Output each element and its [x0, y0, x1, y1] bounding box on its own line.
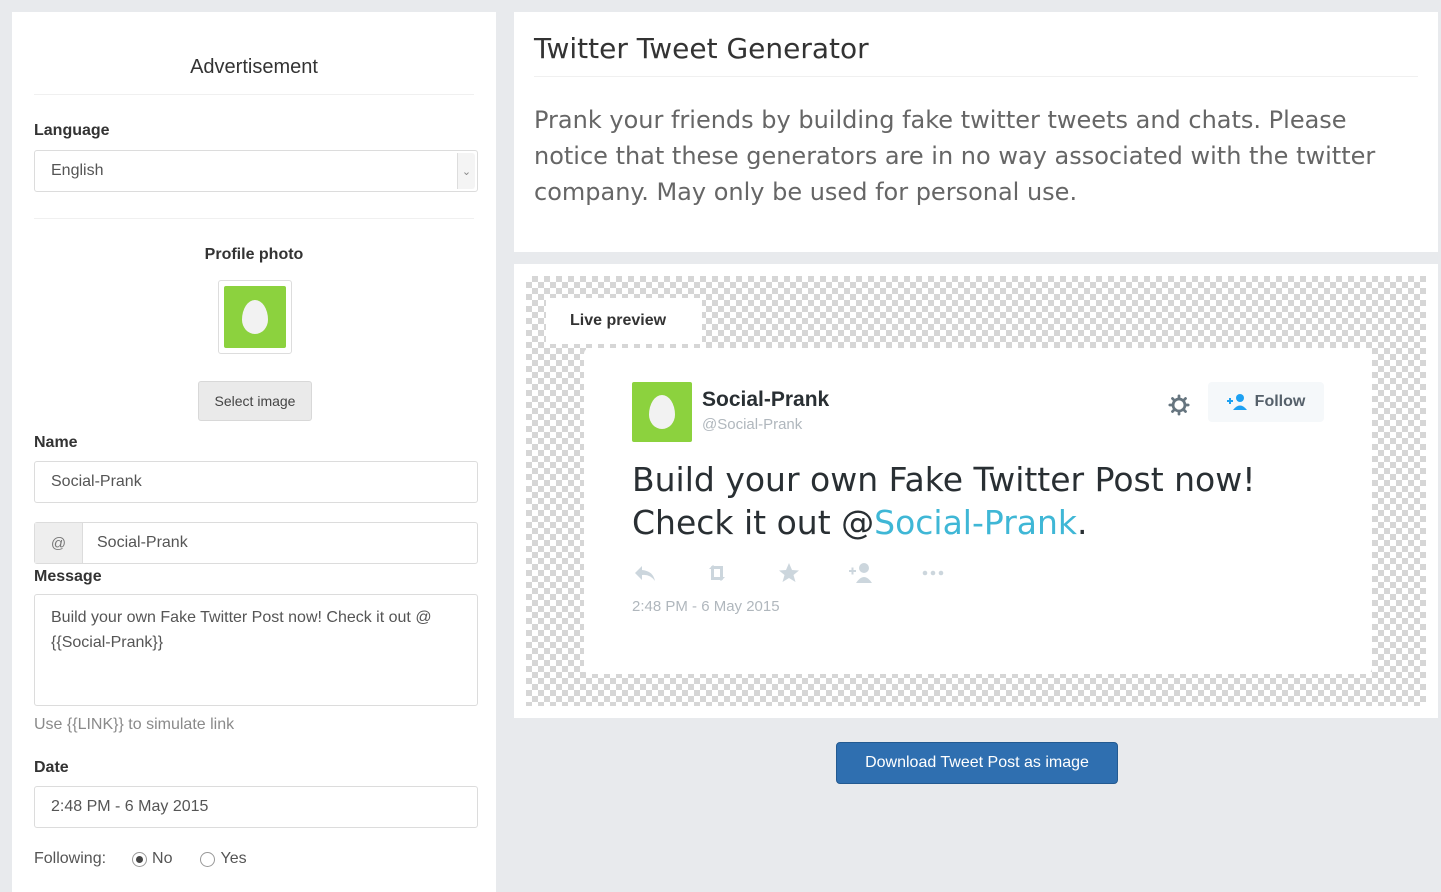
- tweet-avatar-egg-icon: [632, 382, 692, 442]
- tweet-date: 2:48 PM - 6 May 2015: [632, 598, 780, 615]
- handle-input-value: Social-Prank: [97, 534, 188, 551]
- follow-plus-icon[interactable]: [848, 560, 874, 586]
- name-label: Name: [34, 434, 78, 451]
- tweet-text-prefix: Check it out @: [632, 503, 875, 542]
- reply-icon[interactable]: [632, 560, 658, 586]
- message-label: Message: [34, 568, 102, 585]
- follow-user-icon: [1226, 394, 1247, 410]
- favorite-star-icon[interactable]: [776, 560, 802, 586]
- intro-text: Prank your friends by building fake twit…: [534, 106, 1376, 206]
- gear-icon[interactable]: [1168, 394, 1190, 416]
- follow-button-label: Follow: [1254, 393, 1306, 410]
- page-title: Twitter Tweet Generator: [534, 32, 869, 65]
- name-input[interactable]: Social-Prank: [34, 461, 478, 503]
- profile-photo-preview: [218, 280, 292, 354]
- tweet-text-suffix: .: [1077, 503, 1088, 542]
- tweet-text: Build your own Fake Twitter Post now! Ch…: [632, 458, 1352, 544]
- divider: [534, 76, 1418, 77]
- language-select[interactable]: English ⌄: [34, 150, 478, 192]
- following-label: Following:: [34, 850, 107, 867]
- message-textarea[interactable]: Build your own Fake Twitter Post now! Ch…: [34, 594, 478, 706]
- tweet-mention-link[interactable]: Social-Prank: [874, 503, 1077, 542]
- select-image-button[interactable]: Select image: [198, 381, 312, 421]
- more-dots-icon[interactable]: [920, 560, 946, 586]
- handle-input[interactable]: @ Social-Prank: [34, 522, 478, 564]
- tweet-actions: [632, 560, 992, 586]
- date-input[interactable]: 2:48 PM - 6 May 2015: [34, 786, 478, 828]
- follow-button[interactable]: Follow: [1208, 382, 1324, 422]
- download-image-button[interactable]: Download Tweet Post as image: [836, 742, 1118, 784]
- message-help-text: Use {{LINK}} to simulate link: [34, 716, 235, 733]
- divider: [34, 94, 474, 95]
- profile-photo-label: Profile photo: [204, 246, 304, 263]
- live-preview-panel: Live preview Social-Prank @Social-Prank: [514, 264, 1438, 718]
- date-label: Date: [34, 759, 69, 776]
- live-preview-tab: Live preview: [546, 298, 702, 344]
- tweet-author-name: Social-Prank: [702, 388, 830, 411]
- tweet-author-handle: @Social-Prank: [702, 416, 803, 433]
- name-input-value: Social-Prank: [51, 473, 142, 490]
- following-yes-radio[interactable]: [200, 851, 216, 867]
- retweet-icon[interactable]: [704, 560, 730, 586]
- following-row: Following: No Yes: [34, 850, 247, 868]
- language-select-value: English: [51, 162, 104, 179]
- chevron-down-icon[interactable]: ⌄: [457, 153, 475, 189]
- divider: [34, 218, 474, 219]
- tweet-card: Social-Prank @Social-Prank Follow Build …: [584, 348, 1372, 674]
- tweet-text-line1: Build your own Fake Twitter Post now!: [632, 460, 1256, 499]
- following-no-radio[interactable]: [132, 851, 148, 867]
- at-sign-addon: @: [35, 523, 83, 563]
- advertisement-title: Advertisement: [190, 56, 318, 78]
- date-input-value: 2:48 PM - 6 May 2015: [51, 798, 209, 815]
- following-yes-label[interactable]: Yes: [220, 850, 246, 868]
- intro-panel: Twitter Tweet Generator Prank your frien…: [514, 12, 1438, 252]
- language-label: Language: [34, 122, 110, 139]
- following-no-label[interactable]: No: [152, 850, 172, 868]
- egg-avatar-icon: [224, 286, 286, 348]
- tweet-text-line2: Check it out @Social-Prank.: [632, 501, 1352, 544]
- settings-panel: Advertisement Language English ⌄ Profile…: [12, 12, 496, 892]
